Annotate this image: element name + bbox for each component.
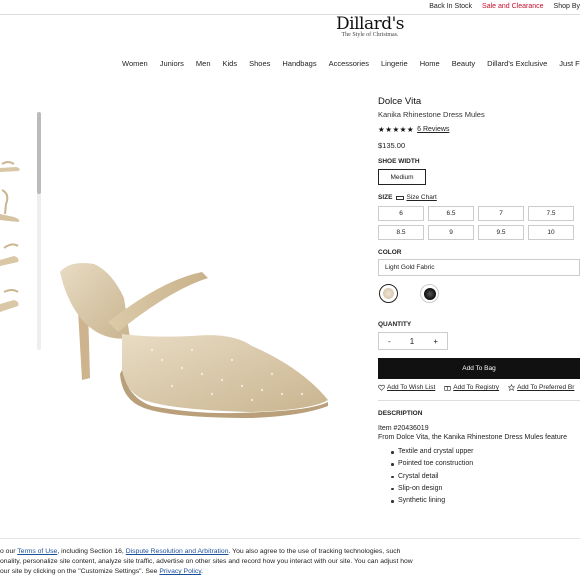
nav-accessories[interactable]: Accessories [323,59,375,68]
thumbnail-3[interactable] [0,234,22,274]
nav-dillards-exclusive[interactable]: Dillard's Exclusive [481,59,553,68]
product-brand[interactable]: Dolce Vita [378,96,580,107]
feature-item: Crystal detail [391,471,580,483]
size-label: SIZE [378,194,393,201]
heart-icon [378,384,385,391]
nav-juniors[interactable]: Juniors [154,59,190,68]
nav-men[interactable]: Men [190,59,217,68]
quantity-label: QUANTITY [378,321,412,328]
nav-home[interactable]: Home [414,59,446,68]
privacy-policy-link[interactable]: Privacy Policy [159,568,201,575]
description-intro: From Dolce Vita, the Kanika Rhinestone D… [378,434,567,441]
size-option[interactable]: 7.5 [528,206,574,221]
size-grid: 6 6.5 7 7.5 8.5 9 9.5 10 [378,206,580,240]
reviews-link[interactable]: 6 Reviews [417,126,449,133]
registry-text: Add To Registry [453,384,500,391]
cookie-text: , including Section 16, [57,548,124,555]
main-nav: Women Juniors Men Kids Shoes Handbags Ac… [116,59,580,68]
feature-item: Synthetic lining [391,495,580,507]
nav-kids[interactable]: Kids [217,59,244,68]
cookie-banner: o our Terms of Use, including Section 16… [0,538,580,580]
cookie-text: . You also agree to the use of tracking … [228,548,401,555]
nav-women[interactable]: Women [116,59,154,68]
star-rating-icon: ★★★★★ [378,125,415,134]
quantity-stepper: - 1 + [378,332,448,350]
thumbnail-scrollbar[interactable] [37,112,41,350]
size-option[interactable]: 10 [528,225,574,240]
nav-beauty[interactable]: Beauty [446,59,481,68]
size-option[interactable]: 7 [478,206,524,221]
size-chart-link[interactable]: Size Chart [396,194,437,201]
cookie-line-2: onality, personalize site content, analy… [0,558,413,565]
thumbnail-1[interactable] [0,134,22,174]
cookie-text: o our [0,548,16,555]
cookie-line-3: our site by clicking on the "Customize S… [0,567,580,577]
description-divider [378,400,580,401]
gift-icon [444,386,451,391]
thumbnail-strip [0,112,42,350]
nav-just-for[interactable]: Just Fo [553,59,580,68]
product-image[interactable] [52,250,332,422]
nav-lingerie[interactable]: Lingerie [375,59,414,68]
wish-list-link[interactable]: Add To Wish List [378,384,435,391]
feature-item: Slip-on design [391,483,580,495]
logo-tagline: The Style of Christmas. [341,32,399,38]
star-icon [508,384,516,391]
preferred-brand-link[interactable]: Add To Preferred Br [508,384,574,391]
quantity-decrease-button[interactable]: - [388,337,391,346]
cookie-text: our site by clicking on the "Customize S… [0,568,158,575]
cookie-line-1: o our Terms of Use, including Section 16… [0,547,580,557]
rating: ★★★★★ 6 Reviews [378,125,580,134]
size-option[interactable]: 6 [378,206,424,221]
nav-handbags[interactable]: Handbags [276,59,322,68]
product-details: Dolce Vita Kanika Rhinestone Dress Mules… [378,96,580,507]
nav-shoes[interactable]: Shoes [243,59,276,68]
dispute-resolution-link[interactable]: Dispute Resolution and Arbitration [126,548,229,555]
feature-item: Pointed toe construction [391,458,580,470]
product-price: $135.00 [378,141,406,150]
size-option[interactable]: 9 [428,225,474,240]
header-divider [0,14,580,15]
swatch-black[interactable] [420,284,439,303]
add-to-bag-button[interactable]: Add To Bag [378,358,580,379]
thumbnail-4[interactable] [0,284,22,324]
logo-brand: Dillard's [336,14,404,34]
size-option[interactable]: 6.5 [428,206,474,221]
feature-list: Textile and crystal upper Pointed toe co… [378,446,580,507]
wish-list-text: Add To Wish List [387,384,436,391]
ruler-icon [396,195,405,200]
size-option[interactable]: 9.5 [478,225,524,240]
feature-item: Textile and crystal upper [391,446,580,458]
color-select[interactable]: Light Gold Fabric [378,259,580,276]
size-chart-text: Size Chart [406,194,437,201]
color-swatches [378,284,580,303]
size-header: SIZE Size Chart [378,194,580,201]
width-medium-button[interactable]: Medium [378,169,426,185]
product-name: Kanika Rhinestone Dress Mules [378,110,485,119]
quantity-value[interactable]: 1 [410,337,414,346]
preferred-brand-text: Add To Preferred Br [517,384,575,391]
item-number: Item #20436019 [378,425,429,432]
description-label: DESCRIPTION [378,410,423,417]
size-option[interactable]: 8.5 [378,225,424,240]
quantity-increase-button[interactable]: + [433,337,438,346]
shoe-width-label: SHOE WIDTH [378,158,420,165]
registry-link[interactable]: Add To Registry [444,384,499,391]
color-label: COLOR [378,249,402,256]
terms-of-use-link[interactable]: Terms of Use [17,548,57,555]
secondary-actions: Add To Wish List Add To Registry Add To … [378,384,580,391]
thumbnail-2[interactable] [0,184,22,224]
scrollbar-thumb[interactable] [37,112,41,194]
cookie-text: . [201,568,204,575]
swatch-light-gold[interactable] [379,284,398,303]
site-logo[interactable]: Dillard's The Style of Christmas. [320,14,420,38]
